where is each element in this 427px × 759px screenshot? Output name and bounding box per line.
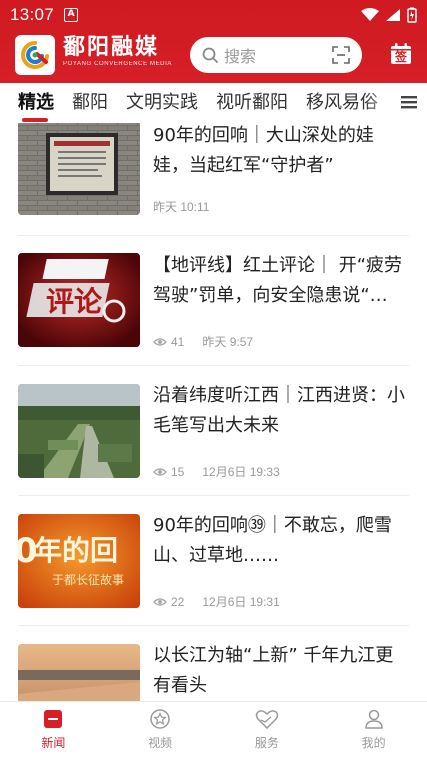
- news-icon: [44, 710, 63, 728]
- news-title: 沿着纬度听江西｜江西进贤：小毛笔写出大未来: [153, 385, 405, 436]
- nav-mine[interactable]: 我的: [320, 702, 427, 759]
- news-item[interactable]: 90年的回响｜大山深处的娃娃，当起红军“守护者” 昨天 10:11: [0, 123, 427, 236]
- app-logo: [15, 35, 55, 75]
- channel-menu-icon[interactable]: [400, 93, 418, 111]
- views-eye-icon: [153, 597, 167, 606]
- tabs-fade: [365, 83, 405, 123]
- news-views: 22: [171, 594, 185, 609]
- search-input[interactable]: 搜索: [224, 43, 256, 67]
- news-item[interactable]: 以长江为轴“上新” 千年九江更有看头: [0, 625, 427, 701]
- status-bar: 13:07 A: [0, 0, 427, 30]
- app-root: 13:07 A 鄱阳融媒 POYANG CONVERGENCE MEDIA 搜索: [0, 0, 427, 759]
- hamburger-icon: [401, 96, 417, 109]
- search-icon: [202, 47, 218, 63]
- news-thumbnail: [18, 384, 140, 478]
- news-title: 90年的回响｜大山深处的娃娃，当起红军“守护者”: [153, 125, 374, 176]
- news-title: 【地评线】红土评论｜ 开“疲劳驾驶”罚单，向安全隐患说“…: [153, 255, 403, 306]
- signal-icon: [386, 9, 400, 21]
- news-feed[interactable]: 90年的回响｜大山深处的娃娃，当起红军“守护者” 昨天 10:11 评论 【地评…: [0, 123, 427, 701]
- news-meta: 昨天 10:11: [153, 198, 209, 215]
- tab-featured[interactable]: 精选: [0, 84, 63, 122]
- orange-title-card: 0 年的回 于都长征故事: [18, 514, 140, 608]
- scan-icon[interactable]: [332, 46, 350, 64]
- news-meta: 22 12月6日 19:31: [153, 593, 280, 610]
- news-time: 昨天 9:57: [202, 335, 254, 349]
- tabs-scroll[interactable]: 精选 鄱阳 文明实践 视听鄱阳 移风易俗: [0, 84, 395, 122]
- wifi-icon: [361, 8, 379, 21]
- plaque-photo: [18, 123, 140, 215]
- news-item[interactable]: 评论 【地评线】红土评论｜ 开“疲劳驾驶”罚单，向安全隐患说“… 41 昨天 9…: [0, 235, 427, 365]
- brand: 鄱阳融媒 POYANG CONVERGENCE MEDIA: [63, 35, 172, 68]
- battery-icon: [407, 7, 417, 23]
- app-header: 鄱阳融媒 POYANG CONVERGENCE MEDIA 搜索 签: [0, 30, 427, 83]
- river-city-photo: [18, 644, 140, 701]
- status-icons: [361, 7, 417, 23]
- notification-icon: A: [64, 8, 79, 22]
- news-time: 12月6日 19:33: [202, 465, 280, 479]
- news-thumbnail: [18, 123, 140, 215]
- news-time: 昨天 10:11: [153, 200, 210, 214]
- news-thumbnail: 0 年的回 于都长征故事: [18, 514, 140, 608]
- user-icon: [364, 709, 383, 729]
- news-views: 41: [171, 334, 185, 349]
- brand-subtitle: POYANG CONVERGENCE MEDIA: [63, 61, 172, 67]
- news-meta: 15 12月6日 19:33: [153, 463, 280, 480]
- logo-emblem-icon: [21, 41, 49, 69]
- news-title: 以长江为轴“上新” 千年九江更有看头: [153, 645, 394, 696]
- news-item[interactable]: 沿着纬度听江西｜江西进贤：小毛笔写出大未来 15 12月6日 19:33: [0, 365, 427, 495]
- news-meta: 41 昨天 9:57: [153, 333, 253, 350]
- tab-civilization[interactable]: 文明实践: [117, 84, 207, 122]
- views-eye-icon: [153, 467, 167, 476]
- brand-name: 鄱阳融媒: [63, 35, 160, 60]
- news-item[interactable]: 0 年的回 于都长征故事 90年的回响㊴｜不敢忘，爬雪山、过草地…… 22 12…: [0, 495, 427, 625]
- nav-video-label: 视频: [148, 736, 173, 750]
- status-time: 13:07: [10, 5, 55, 24]
- views-eye-icon: [153, 337, 167, 346]
- news-thumbnail: [18, 644, 140, 701]
- thumb-subtext: 于都长征故事: [52, 572, 124, 587]
- nav-service-label: 服务: [254, 736, 279, 750]
- nav-service[interactable]: 服务: [214, 702, 321, 759]
- aerial-park-photo: [18, 384, 140, 478]
- nav-mine-label: 我的: [361, 736, 386, 750]
- heart-service-icon: [255, 710, 279, 730]
- search-bar[interactable]: 搜索: [190, 37, 362, 73]
- thumb-text: 评论: [46, 285, 103, 318]
- news-views: 15: [171, 464, 185, 479]
- hongtu-pinglun-logo: 评论: [18, 253, 140, 347]
- tab-poyang[interactable]: 鄱阳: [63, 84, 117, 122]
- thumb-text: 年的回: [34, 534, 118, 567]
- tab-audiovisual[interactable]: 视听鄱阳: [207, 84, 297, 122]
- sign-label: 签: [394, 50, 407, 64]
- sign-in-calendar-icon[interactable]: 签: [389, 42, 413, 66]
- bottom-navigation: 新闻 视频 服务 我的: [0, 701, 427, 759]
- nav-news-label: 新闻: [41, 736, 66, 750]
- channel-tabs: 精选 鄱阳 文明实践 视听鄱阳 移风易俗: [0, 83, 427, 123]
- news-time: 12月6日 19:31: [202, 595, 280, 609]
- nav-video[interactable]: 视频: [107, 702, 214, 759]
- news-title: 90年的回响㊴｜不敢忘，爬雪山、过草地……: [153, 515, 392, 566]
- video-star-icon: [150, 709, 170, 729]
- news-thumbnail: 评论: [18, 253, 140, 347]
- nav-news[interactable]: 新闻: [0, 702, 107, 759]
